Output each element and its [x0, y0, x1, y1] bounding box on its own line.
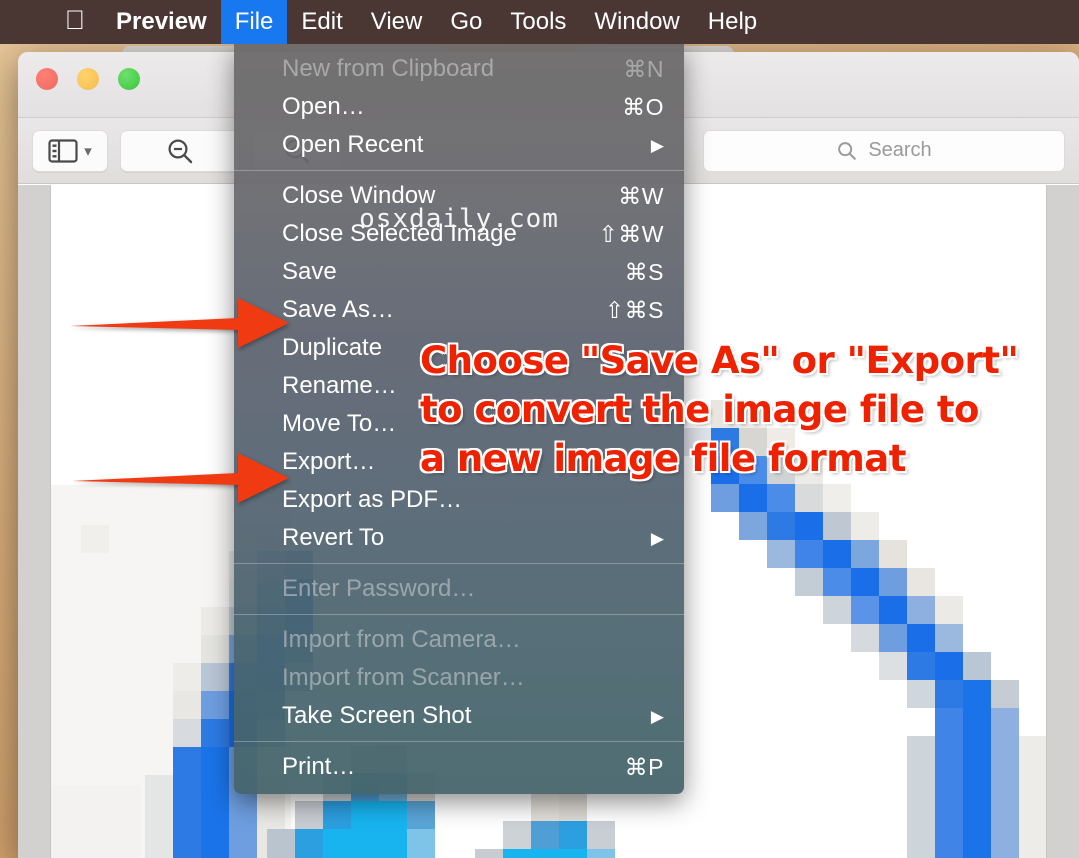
menu-item-shortcut: ⌘W: [618, 182, 664, 209]
menu-item-shortcut: ⇧⌘W: [598, 220, 664, 247]
menu-item-shortcut: ⌘N: [623, 55, 664, 82]
menu-item-label: Duplicate: [282, 334, 383, 361]
menu-item-label: Revert To: [282, 524, 385, 551]
menu-item-print[interactable]: Print… ⌘P: [234, 748, 684, 786]
menu-item-enter-password: Enter Password…: [234, 570, 684, 608]
menu-item-shortcut: ⇧⌘S: [604, 296, 664, 323]
menu-tools[interactable]: Tools: [496, 0, 580, 44]
menu-item-import-from-camera: Import from Camera…: [234, 621, 684, 659]
close-button[interactable]: [36, 68, 58, 90]
menu-item-label: Open Recent: [282, 131, 424, 158]
menu-item-close-window[interactable]: Close Window ⌘W: [234, 177, 684, 215]
menu-file[interactable]: File: [220, 0, 288, 44]
menu-item-take-screen-shot[interactable]: Take Screen Shot ▶: [234, 697, 684, 735]
zoom-button[interactable]: [118, 68, 140, 90]
menu-item-label: Open…: [282, 93, 365, 120]
menu-item-export-as-pdf[interactable]: Export as PDF…: [234, 481, 684, 519]
menu-separator: [234, 741, 684, 742]
menu-item-label: Save: [282, 258, 337, 285]
apple-logo-icon[interactable]: : [62, 6, 88, 34]
menu-item-close-selected-image[interactable]: Close Selected Image ⇧⌘W: [234, 215, 684, 253]
zoom-out-button[interactable]: [120, 129, 240, 172]
menu-item-label: Save As…: [282, 296, 395, 323]
search-field[interactable]: Search: [703, 129, 1065, 172]
menu-item-label: New from Clipboard: [282, 55, 495, 82]
search-placeholder: Search: [868, 139, 932, 161]
menu-item-shortcut: ⌘P: [624, 753, 664, 780]
menu-item-label: Export…: [282, 448, 376, 475]
menu-item-label: Take Screen Shot: [282, 702, 472, 729]
sidebar-button[interactable]: ▾: [32, 129, 108, 172]
menu-item-label: Close Selected Image: [282, 220, 517, 247]
menu-item-label: Import from Scanner…: [282, 664, 525, 691]
menu-item-move-to[interactable]: Move To…: [234, 405, 684, 443]
submenu-arrow-icon: ▶: [650, 706, 664, 726]
screen: ▾ Search Preview File Edit View Go Tools…: [0, 0, 1079, 858]
menu-bar:  Preview File Edit View Go Tools Window…: [0, 0, 1079, 44]
menu-item-save-as[interactable]: Save As… ⇧⌘S: [234, 291, 684, 329]
submenu-arrow-icon: ▶: [650, 135, 664, 155]
menu-edit[interactable]: Edit: [287, 0, 356, 44]
submenu-arrow-icon: ▶: [650, 528, 664, 548]
menu-item-new-from-clipboard: New from Clipboard ⌘N: [234, 50, 684, 88]
minimize-button[interactable]: [77, 68, 99, 90]
menu-item-export[interactable]: Export…: [234, 443, 684, 481]
menu-item-shortcut: ⌘S: [624, 258, 664, 285]
menu-go[interactable]: Go: [436, 0, 496, 44]
menu-item-import-from-scanner: Import from Scanner…: [234, 659, 684, 697]
menu-item-label: Import from Camera…: [282, 626, 521, 653]
menu-item-save[interactable]: Save ⌘S: [234, 253, 684, 291]
sidebar-icon: [48, 138, 78, 163]
menu-item-label: Move To…: [282, 410, 397, 437]
menu-item-rename[interactable]: Rename…: [234, 367, 684, 405]
menu-item-open[interactable]: Open… ⌘O: [234, 88, 684, 126]
menu-item-open-recent[interactable]: Open Recent ▶: [234, 126, 684, 164]
menu-item-label: Enter Password…: [282, 575, 476, 602]
search-icon: [838, 141, 857, 160]
menu-window[interactable]: Window: [580, 0, 693, 44]
arrow-to-save-as: [70, 298, 289, 348]
menu-view[interactable]: View: [357, 0, 437, 44]
file-menu-item-list: New from Clipboard ⌘N Open… ⌘O Open Recent ▶ C…: [234, 50, 684, 786]
menu-help[interactable]: Help: [694, 0, 771, 44]
menu-item-revert-to[interactable]: Revert To ▶: [234, 519, 684, 557]
arrow-to-export: [72, 453, 289, 503]
menu-item-label: Print…: [282, 753, 356, 780]
menu-item-shortcut: ⌘O: [622, 93, 664, 120]
traffic-lights: [36, 68, 140, 90]
menu-separator: [234, 563, 684, 564]
menu-separator: [234, 170, 684, 171]
menu-preview[interactable]: Preview: [102, 0, 221, 44]
zoom-out-icon: [168, 139, 193, 163]
chevron-down-icon: ▾: [84, 142, 92, 160]
menu-item-label: Close Window: [282, 182, 436, 209]
menu-item-label: Export as PDF…: [282, 486, 463, 513]
menu-separator: [234, 614, 684, 615]
file-menu-dropdown: New from Clipboard ⌘N Open… ⌘O Open Recent ▶ C…: [234, 44, 684, 794]
menu-item-label: Rename…: [282, 372, 397, 399]
menu-item-duplicate[interactable]: Duplicate: [234, 329, 684, 367]
